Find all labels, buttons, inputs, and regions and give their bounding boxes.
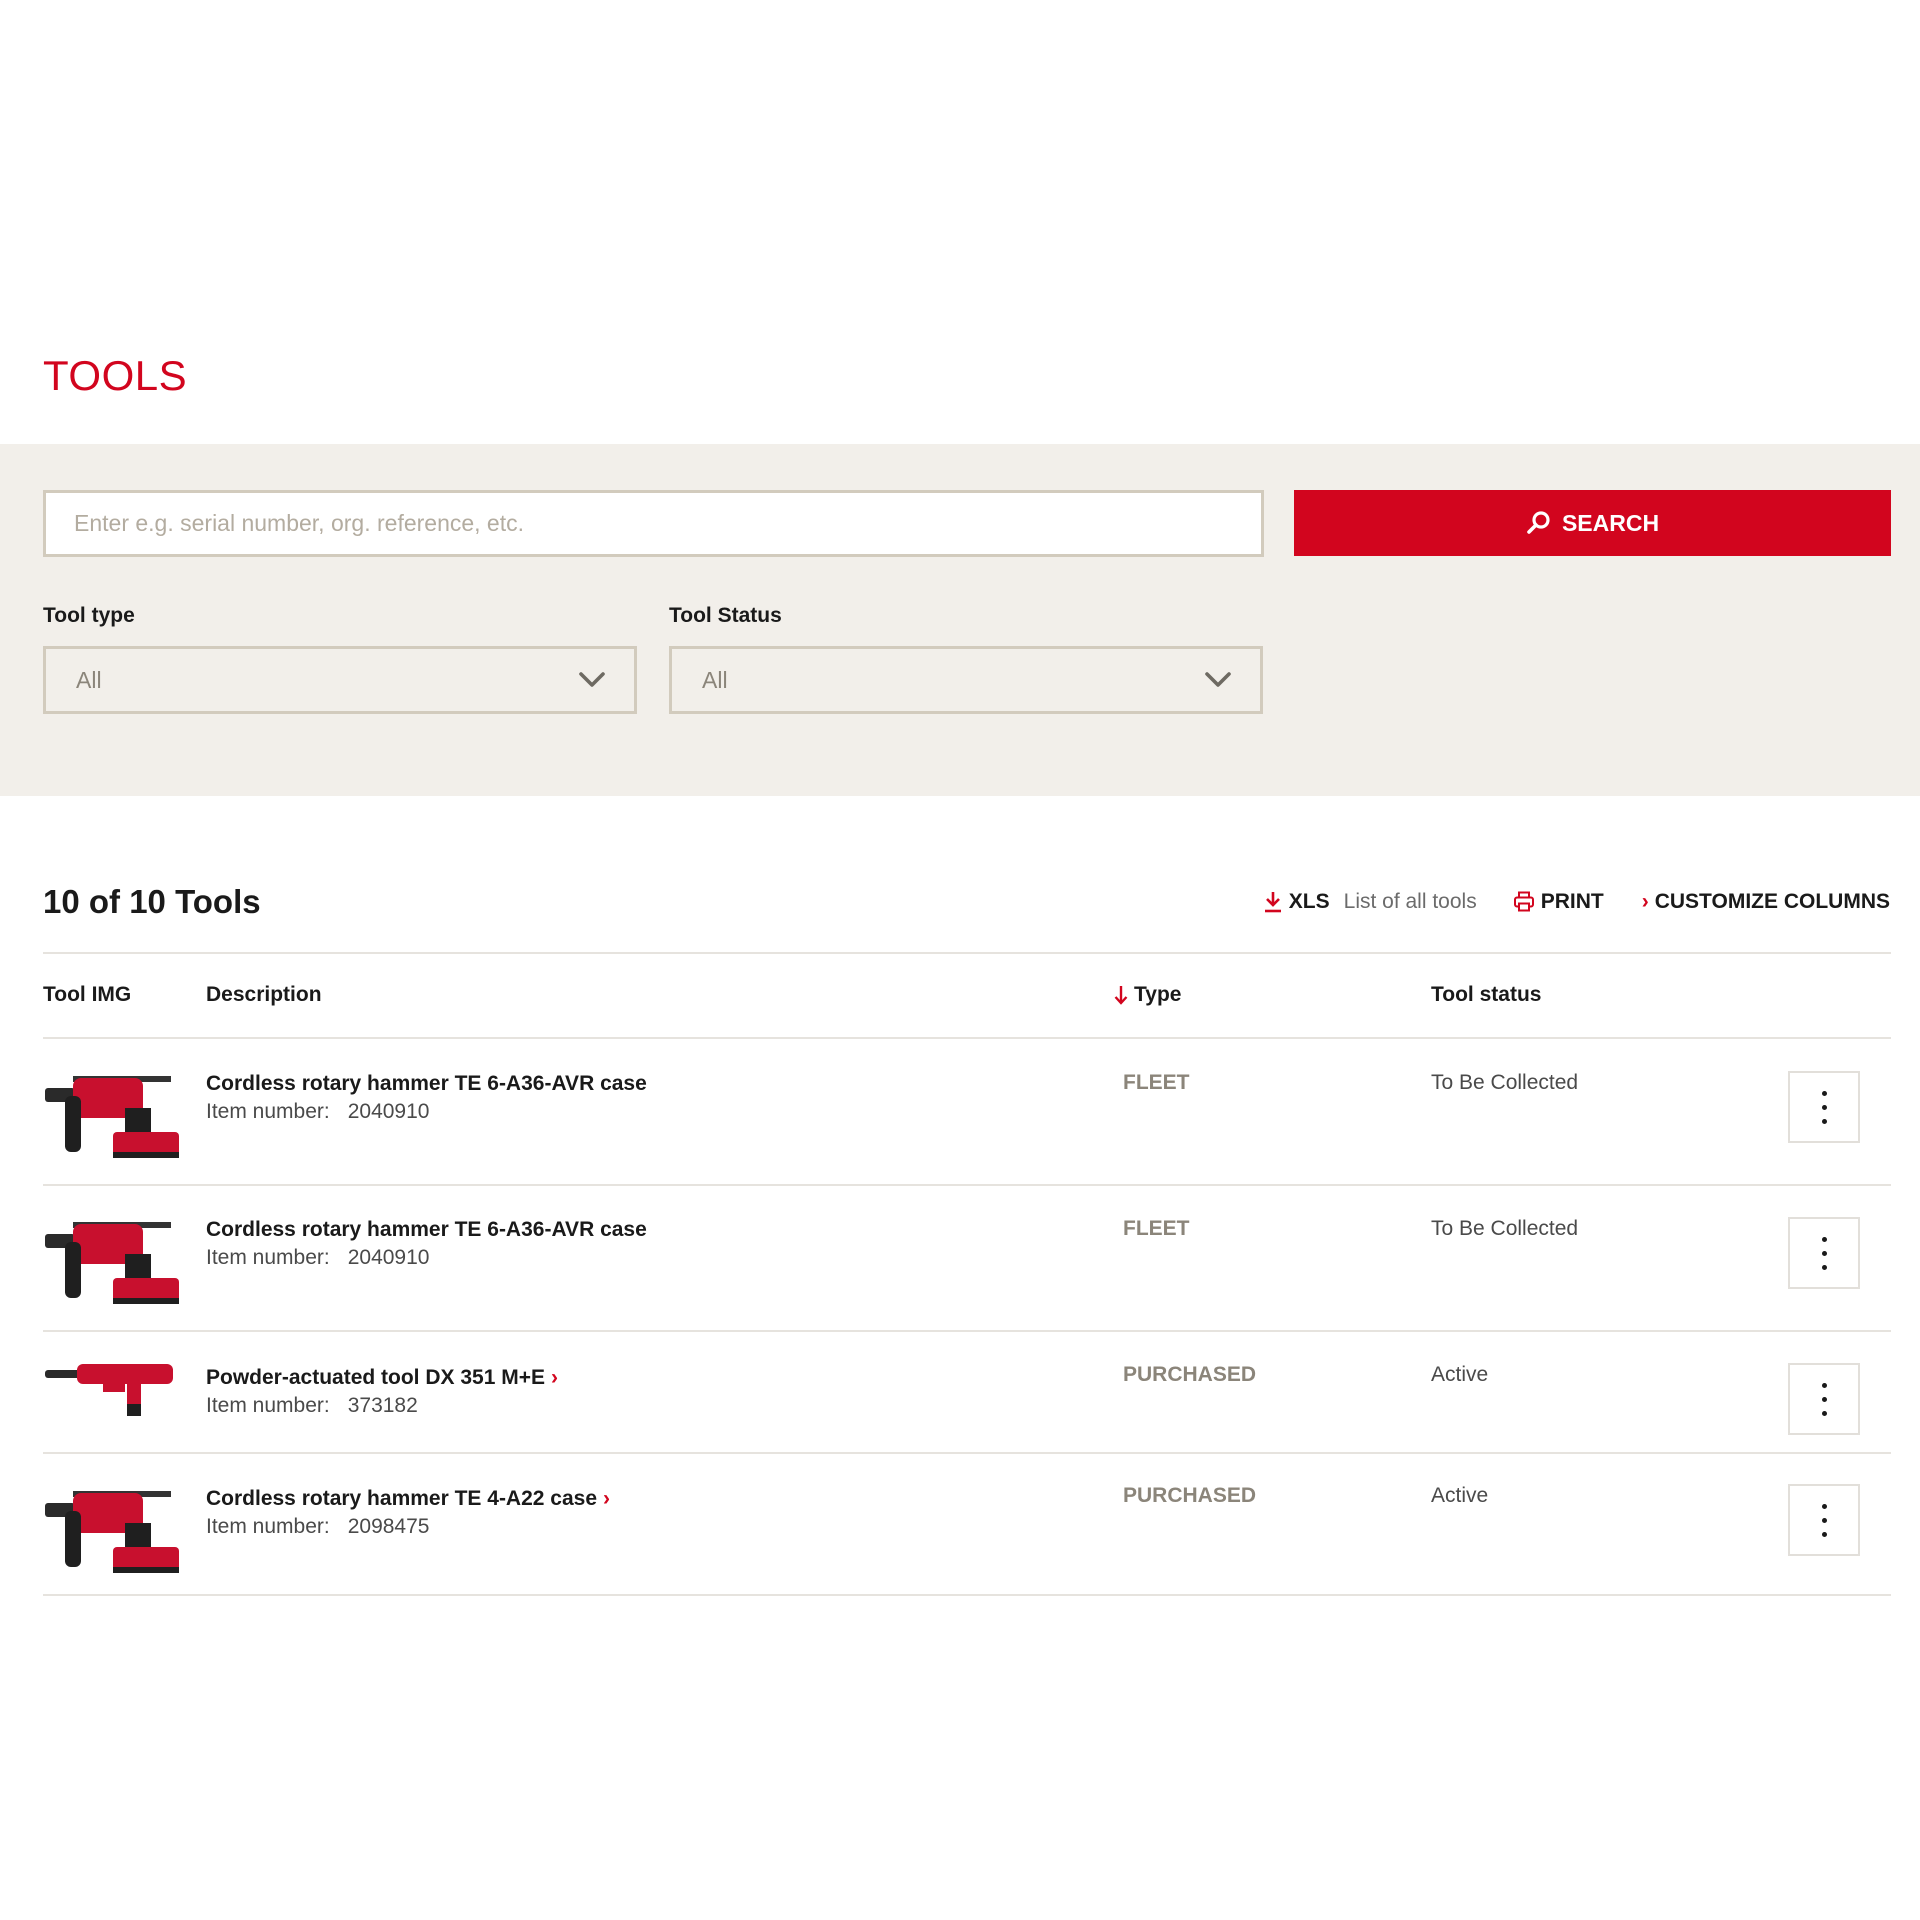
tool-description: Cordless rotary hammer TE 6-A36-AVR case xyxy=(206,1218,647,1241)
tool-type-label: Tool type xyxy=(43,604,135,627)
chevron-down-icon xyxy=(579,672,605,687)
column-header-type[interactable]: Type xyxy=(1114,983,1181,1007)
table-row[interactable]: Powder-actuated tool DX 351 M+E › Item nu… xyxy=(43,1346,1891,1452)
tool-status-value: All xyxy=(702,666,728,693)
column-header-description[interactable]: Description xyxy=(206,983,322,1007)
search-button-label: SEARCH xyxy=(1561,509,1660,536)
tool-status-value: Active xyxy=(1431,1484,1489,1507)
column-header-tool-status[interactable]: Tool status xyxy=(1431,983,1541,1007)
xls-label: XLS xyxy=(1288,890,1330,913)
download-icon xyxy=(1264,892,1281,913)
search-icon xyxy=(1527,511,1550,534)
divider xyxy=(43,1330,1891,1332)
item-number: Item number: 373182 xyxy=(206,1394,418,1417)
results-count: 10 of 10 Tools xyxy=(43,883,261,920)
divider xyxy=(43,952,1891,954)
page-title: TOOLS xyxy=(43,352,188,399)
tool-type-select[interactable]: All xyxy=(43,646,637,714)
chevron-right-icon: › xyxy=(551,1366,558,1389)
more-vertical-icon[interactable] xyxy=(1788,1217,1860,1289)
search-input[interactable] xyxy=(43,490,1264,557)
chevron-down-icon xyxy=(1205,672,1231,687)
arrow-down-icon xyxy=(1114,986,1128,1005)
rotary-hammer-image xyxy=(45,1491,179,1573)
tool-status-value: Active xyxy=(1431,1363,1489,1386)
divider xyxy=(43,1452,1891,1454)
more-vertical-icon[interactable] xyxy=(1788,1484,1860,1556)
divider xyxy=(43,1184,1891,1186)
tool-status-value: To Be Collected xyxy=(1431,1217,1579,1240)
rotary-hammer-image xyxy=(45,1076,179,1158)
rotary-hammer-image xyxy=(45,1222,179,1304)
tool-status-label: Tool Status xyxy=(669,604,782,627)
tool-description-link[interactable]: Cordless rotary hammer TE 4-A22 case › xyxy=(206,1487,610,1511)
print-label: PRINT xyxy=(1540,890,1604,913)
print-icon xyxy=(1513,891,1534,912)
tool-type-value: All xyxy=(76,666,102,693)
column-header-type-label: Type xyxy=(1134,983,1182,1006)
tool-type-value: PURCHASED xyxy=(1123,1363,1257,1386)
tool-type-value: FLEET xyxy=(1123,1071,1190,1094)
more-vertical-icon[interactable] xyxy=(1788,1363,1860,1435)
search-panel: SEARCH Tool type All Tool Status All xyxy=(0,444,1920,796)
tool-status-select[interactable]: All xyxy=(669,646,1263,714)
item-number: Item number: 2040910 xyxy=(206,1100,430,1123)
item-number: Item number: 2040910 xyxy=(206,1246,430,1269)
divider xyxy=(43,1037,1891,1039)
customize-label: CUSTOMIZE COLUMNS xyxy=(1654,890,1890,913)
print-link[interactable]: PRINT xyxy=(1513,890,1604,914)
tool-description-link[interactable]: Powder-actuated tool DX 351 M+E › xyxy=(206,1366,558,1390)
tool-description: Cordless rotary hammer TE 6-A36-AVR case xyxy=(206,1072,647,1095)
customize-columns-link[interactable]: › CUSTOMIZE COLUMNS xyxy=(1642,890,1890,914)
chevron-right-icon: › xyxy=(603,1487,611,1510)
search-button[interactable]: SEARCH xyxy=(1294,490,1891,556)
divider xyxy=(43,1594,1891,1596)
tool-type-value: FLEET xyxy=(1123,1217,1190,1240)
table-row[interactable]: Cordless rotary hammer TE 6-A36-AVR case… xyxy=(43,1200,1891,1330)
table-row[interactable]: Cordless rotary hammer TE 4-A22 case › It… xyxy=(43,1467,1891,1594)
xls-export-link[interactable]: XLS List of all tools xyxy=(1263,890,1477,914)
tool-type-value: PURCHASED xyxy=(1123,1484,1257,1507)
item-number: Item number: 2098475 xyxy=(206,1515,430,1538)
table-row[interactable]: Cordless rotary hammer TE 6-A36-AVR case… xyxy=(43,1054,1891,1184)
column-header-tool-img: Tool IMG xyxy=(43,983,132,1006)
tool-status-value: To Be Collected xyxy=(1431,1071,1579,1094)
xls-description: List of all tools xyxy=(1343,890,1477,913)
chevron-right-icon: › xyxy=(1641,890,1649,913)
results-actions: XLS List of all tools PRINT › CUSTOMIZE … xyxy=(1263,890,1890,914)
powder-actuated-tool-image xyxy=(45,1364,173,1416)
more-vertical-icon[interactable] xyxy=(1788,1071,1860,1143)
